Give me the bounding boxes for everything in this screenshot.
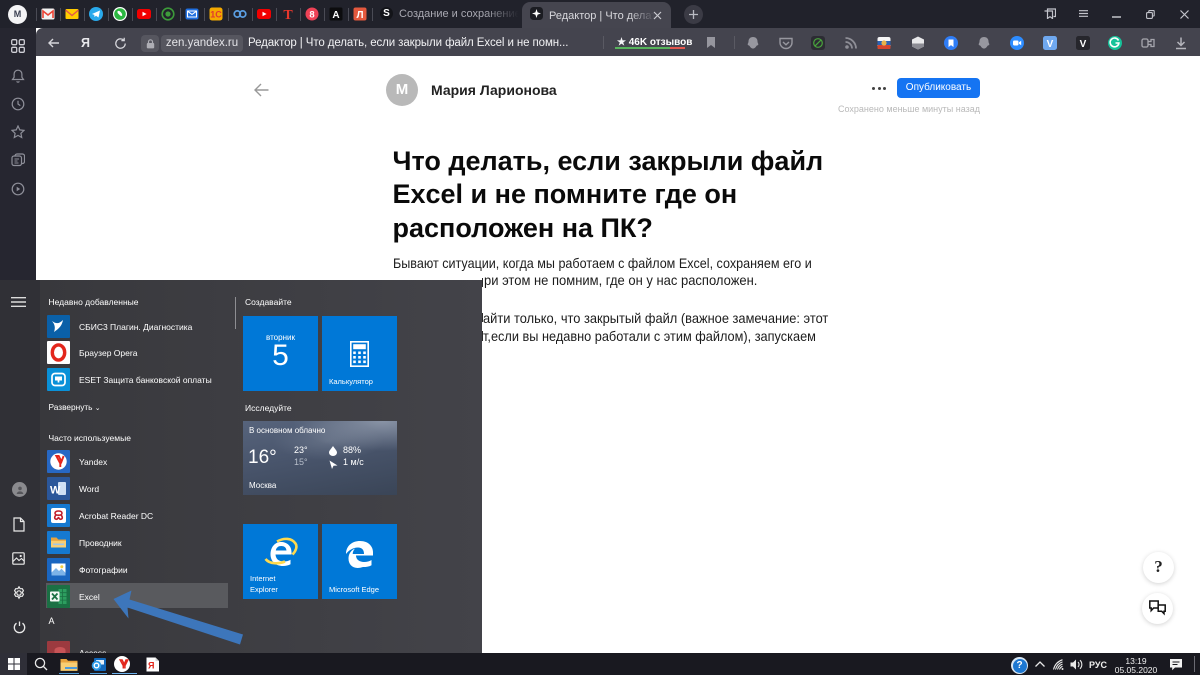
svg-text:V: V xyxy=(1047,39,1054,50)
svg-text:V: V xyxy=(1080,39,1087,50)
svg-text:8: 8 xyxy=(309,10,314,21)
svg-text:1C: 1C xyxy=(210,9,222,19)
svg-text:W: W xyxy=(50,485,61,497)
svg-text:Я: Я xyxy=(148,661,154,671)
svg-text:Л: Л xyxy=(356,10,363,21)
svg-text:A: A xyxy=(332,10,339,21)
svg-text:T: T xyxy=(283,8,293,21)
